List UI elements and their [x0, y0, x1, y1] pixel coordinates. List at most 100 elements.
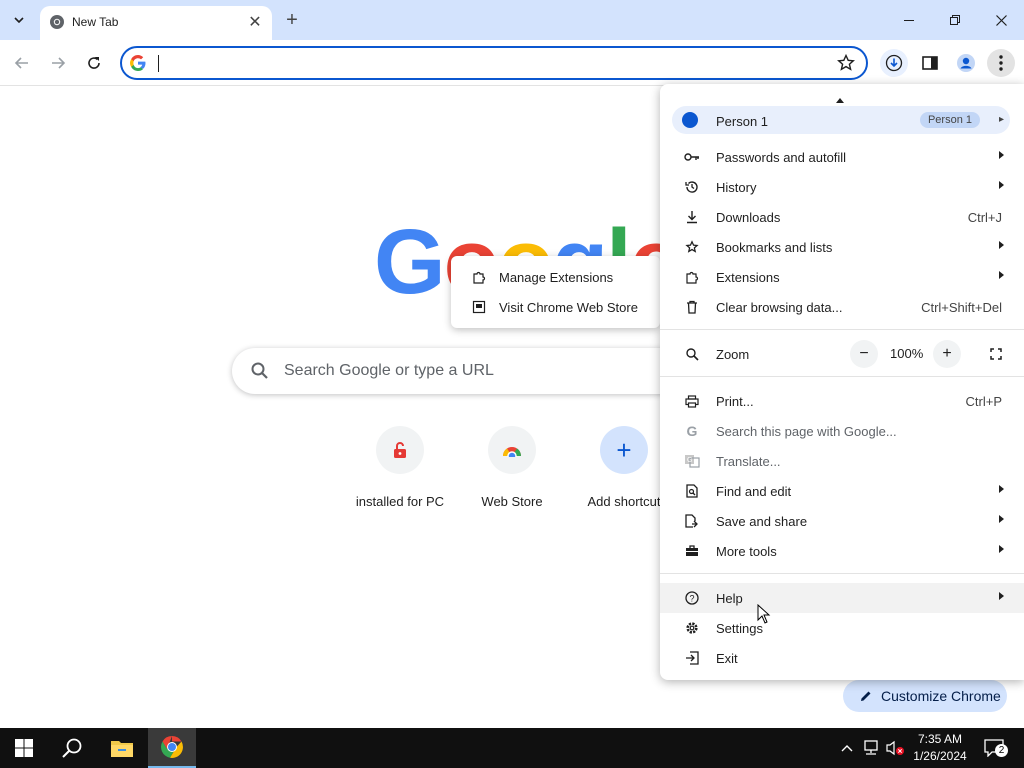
tab-new-tab[interactable]: New Tab ✕ — [40, 6, 272, 40]
address-input[interactable] — [158, 51, 818, 75]
chevron-up-icon — [841, 745, 853, 752]
submenu-arrow-icon — [999, 485, 1004, 493]
fullscreen-button[interactable] — [982, 340, 1010, 368]
address-bar[interactable] — [120, 46, 868, 80]
side-panel-icon — [922, 56, 938, 70]
history-icon — [684, 179, 700, 195]
restore-button[interactable] — [932, 6, 978, 34]
help-icon: ? — [684, 590, 700, 606]
menu-label: Translate... — [716, 454, 781, 469]
submenu-arrow-icon — [999, 271, 1004, 279]
profile-item[interactable]: Person 1 Person 1 ▸ — [672, 106, 1010, 134]
manage-extensions-item[interactable]: Manage Extensions — [451, 262, 660, 292]
menu-divider — [660, 376, 1024, 377]
zoom-label: Zoom — [716, 347, 750, 362]
file-explorer-button[interactable] — [98, 728, 146, 768]
taskbar-search-button[interactable] — [48, 728, 96, 768]
menu-item-more-tools[interactable]: More tools — [660, 536, 1024, 566]
menu-item-history[interactable]: History — [660, 172, 1024, 202]
start-button[interactable] — [0, 728, 48, 768]
submenu-arrow-icon — [999, 592, 1004, 600]
translate-icon: G — [684, 453, 700, 469]
menu-label: Bookmarks and lists — [716, 240, 833, 255]
menu-item-print[interactable]: Print... Ctrl+P — [660, 386, 1024, 416]
minimize-button[interactable] — [886, 6, 932, 34]
shortcut-tile[interactable]: Web Store — [457, 426, 567, 509]
network-icon — [864, 740, 878, 755]
menu-item-bookmarks[interactable]: Bookmarks and lists — [660, 232, 1024, 262]
chrome-icon — [50, 15, 64, 29]
zoom-in-button[interactable]: + — [933, 340, 961, 368]
google-g-icon — [130, 55, 146, 71]
title-bar: New Tab ✕ + — [0, 0, 1024, 40]
menu-item-save-share[interactable]: Save and share — [660, 506, 1024, 536]
customize-chrome-button[interactable]: Customize Chrome — [843, 680, 1007, 712]
minus-icon: − — [859, 345, 869, 362]
tab-title: New Tab — [72, 15, 119, 29]
menu-item-passwords[interactable]: Passwords and autofill — [660, 142, 1024, 172]
profile-name: Person 1 — [716, 114, 769, 129]
submenu-arrow-icon — [999, 515, 1004, 523]
menu-item-translate[interactable]: G Translate... — [660, 446, 1024, 476]
menu-item-search-page[interactable]: G Search this page with Google... — [660, 416, 1024, 446]
exit-icon — [684, 650, 700, 666]
notification-count: 2 — [995, 744, 1008, 757]
menu-label: Help — [716, 591, 743, 606]
reload-button[interactable] — [80, 49, 108, 77]
plus-icon: + — [286, 8, 298, 31]
download-icon — [684, 209, 700, 225]
web-store-icon — [502, 447, 521, 457]
close-icon[interactable]: ✕ — [246, 13, 264, 31]
taskbar: 7:35 AM 1/26/2024 2 — [0, 728, 1024, 768]
star-icon — [684, 239, 700, 255]
forward-arrow-icon — [52, 57, 66, 69]
shortcut-tile[interactable]: installed for PC — [345, 426, 455, 509]
google-g-icon: G — [686, 423, 698, 439]
back-button[interactable] — [8, 49, 36, 77]
profile-button[interactable] — [952, 49, 980, 77]
notification-center-button[interactable]: 2 — [978, 728, 1010, 768]
visit-web-store-item[interactable]: Visit Chrome Web Store — [451, 292, 660, 322]
side-panel-button[interactable] — [916, 49, 944, 77]
menu-item-settings[interactable]: Settings — [660, 613, 1024, 643]
svg-text:?: ? — [690, 594, 695, 604]
download-icon — [885, 54, 903, 72]
menu-label: Passwords and autofill — [716, 150, 847, 165]
taskbar-clock[interactable]: 7:35 AM 1/26/2024 — [908, 731, 972, 765]
menu-item-exit[interactable]: Exit — [660, 643, 1024, 673]
minimize-icon — [904, 19, 914, 21]
reload-icon — [88, 57, 100, 69]
tab-search-button[interactable] — [6, 7, 32, 33]
lock-icon — [394, 442, 406, 458]
customize-chrome-label: Customize Chrome — [881, 688, 1001, 704]
menu-item-clear-browsing-data[interactable]: Clear browsing data... Ctrl+Shift+Del — [660, 292, 1024, 322]
menu-item-extensions[interactable]: Extensions — [660, 262, 1024, 292]
menu-item-find-edit[interactable]: Find and edit — [660, 476, 1024, 506]
shortcut-icon-circle — [376, 426, 424, 474]
scroll-up-arrow-icon[interactable] — [836, 98, 844, 103]
restore-icon — [950, 15, 960, 25]
chrome-taskbar-button[interactable] — [148, 728, 196, 768]
new-tab-button[interactable]: + — [280, 8, 304, 32]
avatar-icon — [957, 54, 975, 72]
volume-button[interactable] — [884, 728, 906, 768]
menu-divider — [660, 573, 1024, 574]
zoom-out-button[interactable]: − — [850, 340, 878, 368]
show-hidden-icons-button[interactable] — [838, 728, 856, 768]
windows-logo-icon — [15, 739, 33, 757]
chrome-menu-button[interactable] — [987, 49, 1015, 77]
text-caret — [158, 55, 159, 72]
network-button[interactable] — [860, 728, 882, 768]
chevron-down-icon — [14, 17, 24, 23]
bookmark-star-icon[interactable] — [836, 53, 856, 73]
chrome-icon — [161, 736, 183, 758]
menu-item-zoom: Zoom — [660, 339, 1024, 369]
forward-button[interactable] — [44, 49, 72, 77]
menu-item-help[interactable]: ? Help — [660, 583, 1024, 613]
menu-item-downloads[interactable]: Downloads Ctrl+J — [660, 202, 1024, 232]
menu-label: Print... — [716, 394, 754, 409]
menu-label: Settings — [716, 621, 763, 636]
downloads-button[interactable] — [880, 49, 908, 77]
zoom-value: 100% — [890, 346, 924, 361]
close-window-button[interactable] — [978, 6, 1024, 34]
